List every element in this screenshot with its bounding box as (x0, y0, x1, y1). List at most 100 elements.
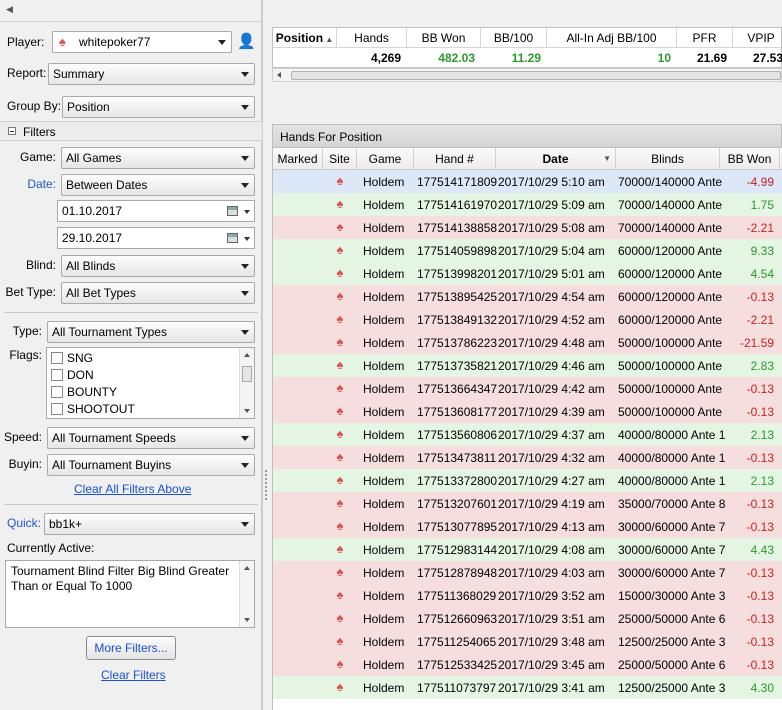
table-row[interactable]: ♠ Holdem 177513207601 2017/10/29 4:19 am 350… (273, 492, 782, 515)
date-from-field[interactable]: 01.10.2017 (57, 200, 255, 222)
game-cell: Holdem (363, 405, 405, 419)
checkbox[interactable] (51, 386, 63, 398)
table-row[interactable]: ♠ Holdem 177514138858 2017/10/29 5:08 am 700… (273, 216, 782, 239)
date-to-field[interactable]: 29.10.2017 (57, 227, 255, 249)
quick-select[interactable]: bb1k+ (44, 513, 255, 535)
table-row[interactable]: ♠ Holdem 177513849132 2017/10/29 4:52 am 600… (273, 308, 782, 331)
table-row[interactable]: ♠ Holdem 177511368029 2017/10/29 3:52 am 150… (273, 584, 782, 607)
report-select[interactable]: Summary (48, 63, 255, 85)
quick-label[interactable]: Quick: (7, 516, 41, 530)
checkbox[interactable] (51, 403, 63, 415)
col-bb100[interactable]: BB/100 (481, 28, 547, 48)
col-marked[interactable]: Marked (273, 148, 323, 170)
groupby-select[interactable]: Position (62, 96, 255, 118)
table-row[interactable]: ♠ Holdem 177511254065 2017/10/29 3:48 am 125… (273, 630, 782, 653)
clear-all-filters-above-link[interactable]: Clear All Filters Above (74, 482, 191, 496)
blinds-cell: 60000/120000 Ante (618, 290, 723, 304)
collapse-left-icon[interactable]: ◀ (6, 4, 13, 15)
active-scrollbar[interactable] (239, 561, 254, 627)
pfr-value: 21.69 (696, 51, 727, 65)
filters-section-header[interactable]: Filters (0, 121, 262, 141)
col-vpip[interactable]: VPIP (733, 28, 782, 48)
spade-icon: ♠ (336, 518, 344, 533)
date-select[interactable]: Between Dates (61, 174, 255, 196)
col-pfr[interactable]: PFR (677, 28, 733, 48)
table-row[interactable]: ♠ Holdem 177513895425 2017/10/29 4:54 am 600… (273, 285, 782, 308)
table-row[interactable]: ♠ Holdem 177513372800 2017/10/29 4:27 am 400… (273, 469, 782, 492)
chevron-down-icon[interactable] (244, 237, 250, 241)
tournament-type-select[interactable]: All Tournament Types (47, 321, 255, 343)
hand-number-cell: 177514171809 (417, 175, 498, 189)
table-row[interactable]: ♠ Holdem 177513560806 2017/10/29 4:37 am 400… (273, 423, 782, 446)
stats-horizontal-scrollbar[interactable] (272, 68, 782, 82)
col-position[interactable]: Position ▲ (273, 28, 337, 48)
scroll-thumb[interactable] (242, 366, 252, 382)
col-blinds[interactable]: Blinds (616, 148, 720, 170)
more-filters-button[interactable]: More Filters... (86, 636, 176, 660)
table-row[interactable]: ♠ Holdem 177513077895 2017/10/29 4:13 am 300… (273, 515, 782, 538)
col-hands[interactable]: Hands (337, 28, 407, 48)
game-select[interactable]: All Games (61, 147, 255, 169)
clear-filters-link[interactable]: Clear Filters (101, 668, 166, 682)
spade-icon: ♠ (336, 265, 344, 280)
table-row[interactable]: ♠ Holdem 177514161970 2017/10/29 5:09 am 700… (273, 193, 782, 216)
marked-cell (273, 584, 323, 607)
panel-collapse-bar[interactable]: ◀ (0, 0, 261, 22)
table-row[interactable]: ♠ Holdem 177513473811 2017/10/29 4:32 am 400… (273, 446, 782, 469)
table-row[interactable]: ♠ Holdem 177513608177 2017/10/29 4:39 am 500… (273, 400, 782, 423)
table-row[interactable]: ♠ Holdem 177511073797 2017/10/29 3:41 am 125… (273, 676, 782, 699)
splitter[interactable] (262, 0, 270, 710)
player-select[interactable]: ♠ whitepoker77 (52, 31, 232, 53)
table-row[interactable]: ♠ Holdem 177512660963 2017/10/29 3:51 am 250… (273, 607, 782, 630)
table-row[interactable]: ♠ Holdem 177513735821 2017/10/29 4:46 am 500… (273, 354, 782, 377)
bb-won-cell: 2.83 (750, 359, 774, 373)
table-row[interactable]: ♠ Holdem 177514171809 2017/10/29 5:10 am 700… (273, 170, 782, 193)
table-row[interactable]: ♠ Holdem 177513664347 2017/10/29 4:42 am 500… (273, 377, 782, 400)
stats-total-row[interactable]: 4,269 482.03 11.29 10 21.69 27.53 (273, 48, 782, 68)
divider (4, 504, 258, 505)
flags-scrollbar[interactable] (239, 348, 254, 418)
table-row[interactable]: ♠ Holdem 177514059898 2017/10/29 5:04 am 600… (273, 239, 782, 262)
game-cell: Holdem (363, 635, 405, 649)
scroll-left-icon[interactable] (277, 72, 281, 78)
spade-icon: ♠ (336, 564, 344, 579)
scroll-down-icon[interactable] (244, 409, 250, 413)
col-bb-won[interactable]: BB Won (407, 28, 481, 48)
hand-number-cell: 177511254065 (417, 635, 497, 649)
col-site[interactable]: Site (323, 148, 357, 170)
date-label[interactable]: Date: (0, 177, 56, 191)
scroll-thumb[interactable] (291, 71, 781, 80)
speed-select[interactable]: All Tournament Speeds (47, 427, 255, 449)
bb-won-cell: 4.30 (750, 681, 774, 695)
user-icon[interactable]: 👤 (237, 32, 256, 50)
blinds-cell: 70000/140000 Ante (618, 175, 723, 189)
col-date[interactable]: Date ▼ (496, 148, 616, 170)
scroll-up-icon[interactable] (244, 353, 250, 357)
buyin-select[interactable]: All Tournament Buyins (47, 454, 255, 476)
table-row[interactable]: ♠ Holdem 177513786223 2017/10/29 4:48 am 500… (273, 331, 782, 354)
chevron-down-icon[interactable] (244, 210, 250, 214)
checkbox[interactable] (51, 352, 63, 364)
blind-select[interactable]: All Blinds (61, 255, 255, 277)
collapse-minus-icon[interactable] (8, 127, 16, 135)
calendar-icon[interactable] (227, 206, 238, 216)
scroll-up-icon[interactable] (244, 566, 250, 570)
checkbox[interactable] (51, 369, 63, 381)
col-hand-number[interactable]: Hand # (414, 148, 496, 170)
bb-won-cell: -0.13 (746, 451, 774, 465)
table-row[interactable]: ♠ Holdem 177513998201 2017/10/29 5:01 am 600… (273, 262, 782, 285)
site-icon: ♠ (323, 469, 357, 492)
table-row[interactable]: ♠ Holdem 177512983144 2017/10/29 4:08 am 300… (273, 538, 782, 561)
bettype-select[interactable]: All Bet Types (61, 282, 255, 304)
splitter-grip[interactable] (265, 470, 267, 500)
hand-number-cell: 177513735821 (417, 359, 498, 373)
col-bb-won[interactable]: BB Won (720, 148, 780, 170)
table-row[interactable]: ♠ Holdem 177512878948 2017/10/29 4:03 am 300… (273, 561, 782, 584)
calendar-icon[interactable] (227, 233, 238, 243)
scroll-down-icon[interactable] (244, 618, 250, 622)
chevron-down-icon (241, 264, 249, 269)
hand-number-cell: 177514161970 (417, 198, 498, 212)
col-allin-adj[interactable]: All-In Adj BB/100 (547, 28, 677, 48)
col-game[interactable]: Game (357, 148, 414, 170)
table-row[interactable]: ♠ Holdem 177512533425 2017/10/29 3:45 am 250… (273, 653, 782, 676)
